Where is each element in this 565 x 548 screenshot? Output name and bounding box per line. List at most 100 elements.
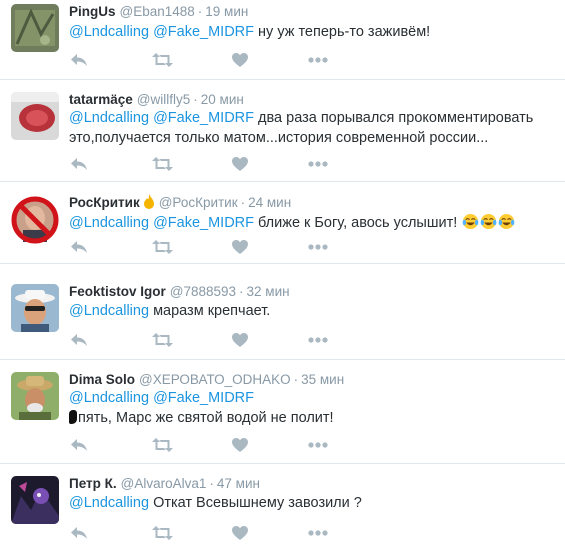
display-name[interactable]: РосКритик <box>69 195 140 210</box>
tweet-text: @Lndcalling @Fake_MIDRF ну уж теперь-то … <box>69 22 539 42</box>
reply-button[interactable] <box>69 331 89 349</box>
tweet-text: @Lndcalling Откат Всевышнему завозили ? <box>69 493 539 513</box>
more-options-icon <box>308 161 328 167</box>
like-icon <box>232 53 248 67</box>
username[interactable]: @AlvaroAlva1 <box>121 476 207 491</box>
separator-dot: · <box>293 372 299 387</box>
like-button[interactable] <box>231 155 249 173</box>
username[interactable]: @Eban1488 <box>120 4 195 19</box>
more-options-button[interactable] <box>307 331 329 349</box>
tears-of-joy-emoji <box>498 213 515 230</box>
username[interactable]: @ХЕРОВАТО_ODHAKO <box>139 372 291 387</box>
like-button[interactable] <box>231 51 249 69</box>
avatar[interactable] <box>11 372 59 420</box>
separator-dot: · <box>240 195 246 210</box>
mention-link[interactable]: @Fake_MIDRF <box>153 110 254 126</box>
display-name[interactable]: Dima Solo <box>69 372 135 387</box>
more-options-button[interactable] <box>307 436 329 454</box>
username[interactable]: @РосКритик <box>159 195 238 210</box>
separator-dot: · <box>193 92 198 107</box>
mention-link[interactable]: @Lndcalling <box>69 303 149 319</box>
tweet-header: РосКритик @РосКритик · 24 мин <box>69 194 291 212</box>
like-button[interactable] <box>231 331 249 349</box>
retweet-icon <box>151 53 173 67</box>
tweet-header: tatarmäçe @willfly5 · 20 мин <box>69 91 244 109</box>
tears-of-joy-emoji <box>462 213 479 230</box>
tweet-item[interactable]: Dima Solo @ХЕРОВАТО_ODHAKO · 35 мин @Lndcal… <box>0 360 565 464</box>
avatar[interactable] <box>11 92 59 140</box>
tears-of-joy-emoji <box>480 213 497 230</box>
separator-dot: · <box>197 4 203 19</box>
mention-link[interactable]: @Lndcalling <box>69 215 149 231</box>
mention-link[interactable]: @Lndcalling <box>69 495 149 511</box>
more-options-icon <box>308 442 328 448</box>
timestamp[interactable]: 19 мин <box>205 4 248 19</box>
retweet-button[interactable] <box>151 238 173 256</box>
avatar[interactable] <box>11 476 59 524</box>
like-icon <box>232 157 248 171</box>
mention-link[interactable]: @Lndcalling <box>69 24 149 40</box>
retweet-button[interactable] <box>151 51 173 69</box>
mention-link[interactable]: @Lndcalling <box>69 390 149 406</box>
man-in-hat-avatar-icon <box>11 284 59 332</box>
retweet-icon <box>151 526 173 540</box>
reply-button[interactable] <box>69 155 89 173</box>
timestamp[interactable]: 35 мин <box>301 372 344 387</box>
timestamp[interactable]: 32 мин <box>247 284 290 299</box>
mention-link[interactable]: @Fake_MIDRF <box>153 24 254 40</box>
like-icon <box>232 526 248 540</box>
like-icon <box>232 240 248 254</box>
more-options-button[interactable] <box>307 524 329 542</box>
more-options-button[interactable] <box>307 51 329 69</box>
mention-link[interactable]: @Fake_MIDRF <box>153 215 254 231</box>
like-button[interactable] <box>231 436 249 454</box>
avatar[interactable] <box>11 4 59 52</box>
reply-button[interactable] <box>69 238 89 256</box>
like-button[interactable] <box>231 524 249 542</box>
tweet-body: маразм крепчает. <box>153 303 271 319</box>
tweet-actions <box>69 238 339 256</box>
flame-icon <box>143 194 154 209</box>
tweet-body: пять, Марс же святой водой не полит! <box>78 410 334 426</box>
tweet-text: @Lndcalling @Fake_MIDRF ближе к Богу, ав… <box>69 213 539 233</box>
display-name[interactable]: tatarmäçe <box>69 92 133 107</box>
tweet-item[interactable]: РосКритик @РосКритик · 24 мин @Lndcalling @… <box>0 182 565 264</box>
reply-icon <box>70 53 88 67</box>
reply-button[interactable] <box>69 524 89 542</box>
avatar[interactable] <box>11 196 59 244</box>
display-name[interactable]: Feoktistov Igor <box>69 284 166 299</box>
timestamp[interactable]: 47 мин <box>217 476 260 491</box>
reply-button[interactable] <box>69 51 89 69</box>
mention-link[interactable]: @Fake_MIDRF <box>153 390 254 406</box>
tweet-item[interactable]: Feoktistov Igor @7888593 · 32 мин @Lndcalli… <box>0 264 565 360</box>
separator-dot: · <box>239 284 244 299</box>
tweet-actions <box>69 436 339 454</box>
timestamp[interactable]: 24 мин <box>248 195 291 210</box>
tweet-item[interactable]: PingUs @Eban1488 · 19 мин @Lndcalling @Fake… <box>0 0 565 80</box>
tweet-item[interactable]: Петр К. @AlvaroAlva1 · 47 мин @Lndcalling О… <box>0 464 565 548</box>
mention-link[interactable]: @Lndcalling <box>69 110 149 126</box>
like-icon <box>232 333 248 347</box>
retweet-button[interactable] <box>151 331 173 349</box>
retweet-button[interactable] <box>151 524 173 542</box>
retweet-button[interactable] <box>151 155 173 173</box>
reply-button[interactable] <box>69 436 89 454</box>
tweet-actions <box>69 155 339 173</box>
tweet-text: @Lndcalling @Fake_MIDRF два раза порывал… <box>69 108 539 148</box>
timestamp[interactable]: 20 мин <box>201 92 244 107</box>
display-name[interactable]: PingUs <box>69 4 116 19</box>
ink-blot-mark <box>69 410 77 424</box>
tweet-item[interactable]: tatarmäçe @willfly5 · 20 мин @Lndcalling @F… <box>0 80 565 182</box>
tweet-body: ну уж теперь-то заживём! <box>258 24 431 40</box>
more-options-button[interactable] <box>307 238 329 256</box>
retweet-button[interactable] <box>151 436 173 454</box>
username[interactable]: @willfly5 <box>137 92 190 107</box>
display-name[interactable]: Петр К. <box>69 476 117 491</box>
avatar[interactable] <box>11 284 59 332</box>
more-options-icon <box>308 244 328 250</box>
more-options-icon <box>308 57 328 63</box>
more-options-button[interactable] <box>307 155 329 173</box>
like-button[interactable] <box>231 238 249 256</box>
tweet-actions <box>69 524 339 542</box>
username[interactable]: @7888593 <box>170 284 236 299</box>
